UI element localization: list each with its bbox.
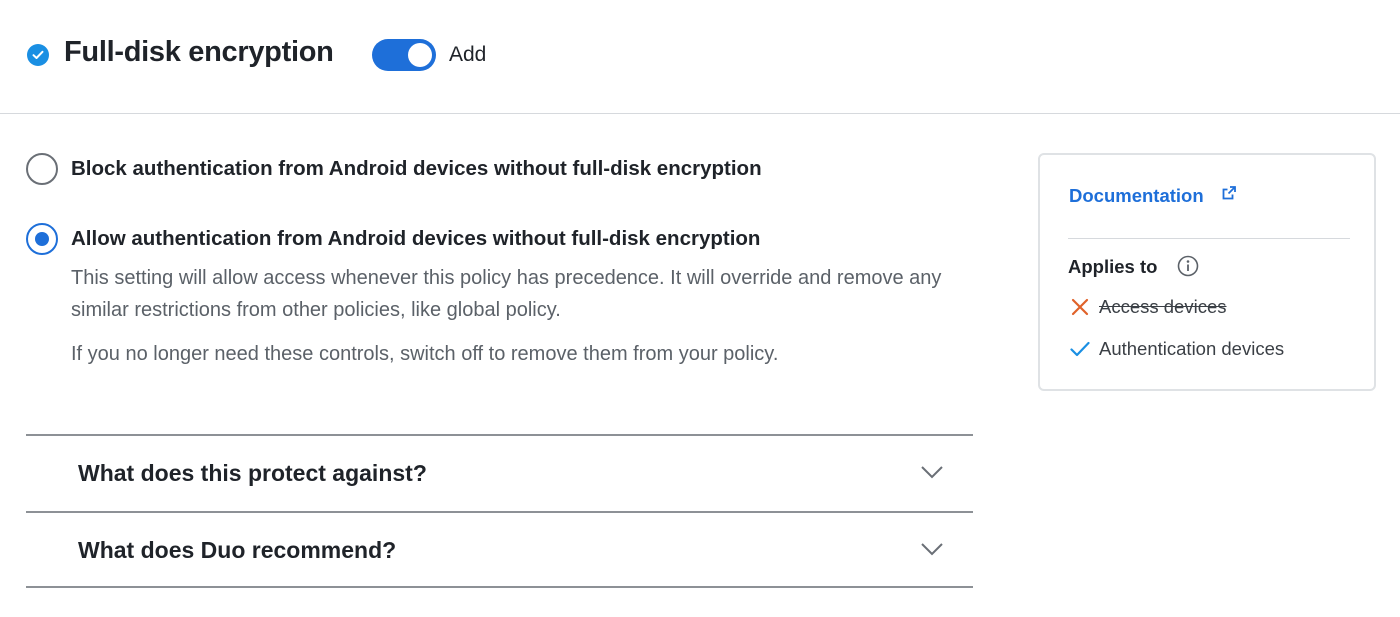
option-allow-description: This setting will allow access whenever … — [71, 267, 942, 321]
radio-selected-dot — [35, 232, 49, 246]
external-link-icon[interactable] — [1221, 185, 1237, 201]
info-icon[interactable] — [1176, 254, 1200, 278]
chevron-down-icon — [921, 466, 943, 479]
toggle-knob — [408, 43, 432, 67]
accordion-protect-against[interactable]: What does this protect against? — [26, 434, 973, 511]
accordion-label: What does this protect against? — [78, 460, 427, 486]
option-allow-note: If you no longer need these controls, sw… — [71, 343, 779, 365]
radio-block[interactable] — [26, 153, 58, 185]
policy-page: Full-disk encryption Add Block authentic… — [0, 0, 1400, 617]
section-header: Full-disk encryption Add — [0, 0, 1400, 114]
toggle-label: Add — [449, 43, 487, 66]
chevron-down-icon — [921, 543, 943, 556]
card-divider — [1068, 238, 1350, 239]
check-circle-icon — [27, 44, 49, 66]
option-allow-label[interactable]: Allow authentication from Android device… — [71, 227, 760, 251]
accordion-duo-recommend[interactable]: What does Duo recommend? — [26, 511, 973, 588]
info-card: Documentation Applies to Access devices … — [1038, 153, 1376, 391]
x-icon — [1071, 298, 1089, 316]
add-toggle[interactable] — [372, 39, 436, 71]
page-title: Full-disk encryption — [64, 36, 334, 68]
accordion-label: What does Duo recommend? — [78, 537, 397, 563]
applies-item-authentication-devices: Authentication devices — [1099, 338, 1285, 359]
applies-to-title: Applies to — [1068, 256, 1158, 277]
documentation-link[interactable]: Documentation — [1069, 185, 1204, 207]
applies-item-access-devices: Access devices — [1099, 296, 1227, 317]
check-icon — [1070, 341, 1090, 357]
radio-allow[interactable] — [26, 223, 58, 255]
option-block-label[interactable]: Block authentication from Android device… — [71, 157, 762, 181]
